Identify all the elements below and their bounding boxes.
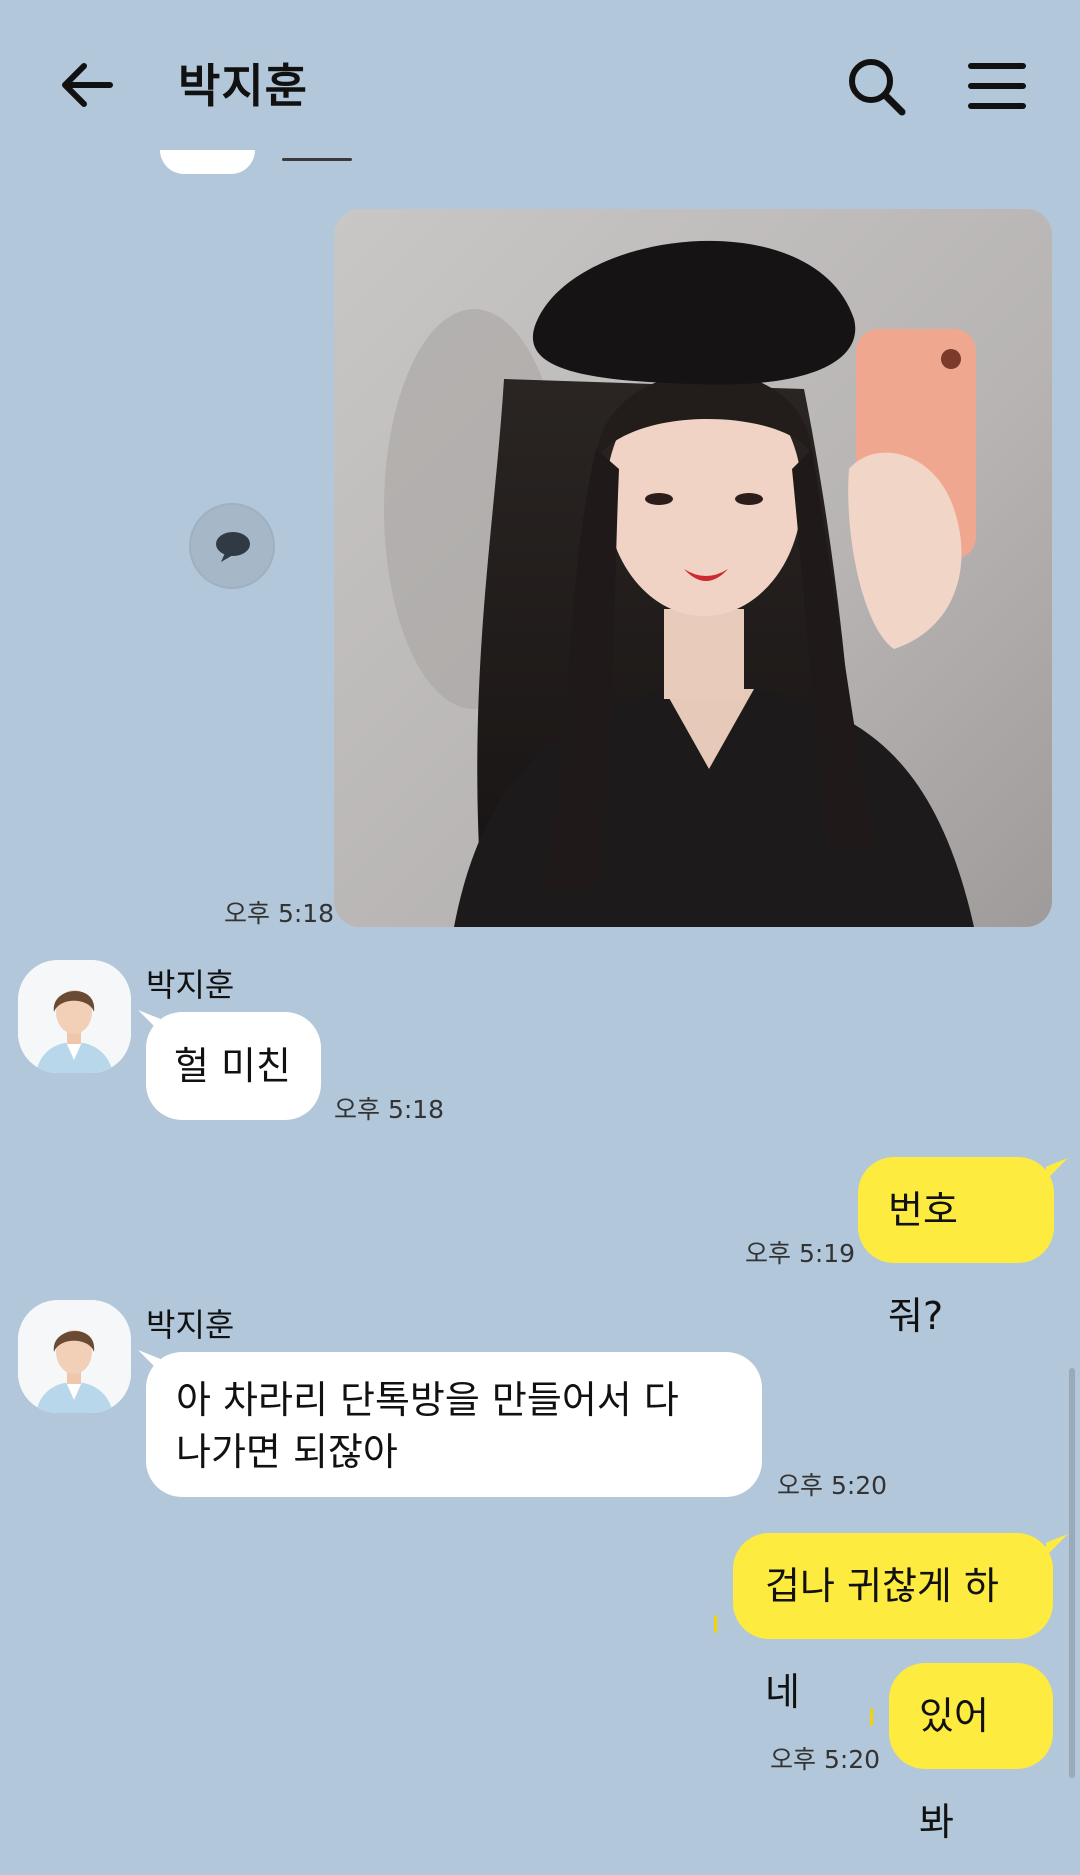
previous-message-time <box>282 150 382 166</box>
photo-image <box>334 209 1052 927</box>
share-button[interactable] <box>189 503 275 589</box>
photo-message[interactable] <box>334 209 1052 927</box>
avatar-image <box>18 1300 131 1413</box>
search-icon <box>849 59 906 116</box>
sender-name: 박지훈 <box>146 966 235 1004</box>
bubble-tail <box>1046 1534 1068 1556</box>
message-bubble[interactable]: 번호 줘? <box>858 1157 1054 1338</box>
message-line: 나가면 되잖아 <box>176 1430 398 1474</box>
avatar[interactable] <box>18 1300 131 1413</box>
scrollbar[interactable] <box>1069 1368 1075 1778</box>
previous-message-bubble <box>160 150 255 174</box>
menu-button[interactable] <box>962 52 1032 122</box>
message-bubble[interactable]: 겁나 귀찮게 하네 <box>733 1533 1053 1714</box>
menu-icon <box>968 63 1026 109</box>
unread-marker <box>714 1615 717 1633</box>
bubble-tail <box>1046 1158 1068 1180</box>
chat-title: 박지훈 <box>178 59 308 113</box>
unread-marker <box>870 1708 873 1726</box>
chat-header: 박지훈 <box>0 0 1080 170</box>
message-bubble[interactable]: 있어봐 <box>889 1663 1053 1844</box>
chat-bubble-icon <box>216 532 250 562</box>
back-button[interactable] <box>52 52 122 122</box>
message-time: 오후 5:19 <box>745 1239 856 1268</box>
message-line: 아 차라리 단톡방을 만들어서 다 <box>176 1378 679 1422</box>
message-time: 오후 5:18 <box>224 899 335 928</box>
sender-name: 박지훈 <box>146 1306 235 1344</box>
message-bubble[interactable]: 헐 미친 <box>146 1012 321 1120</box>
avatar-image <box>18 960 131 1073</box>
avatar[interactable] <box>18 960 131 1073</box>
arrow-left-icon <box>62 63 113 107</box>
message-time: 오후 5:20 <box>770 1745 881 1774</box>
message-bubble[interactable]: 아 차라리 단톡방을 만들어서 다 나가면 되잖아 <box>146 1352 762 1497</box>
search-button[interactable] <box>842 52 912 122</box>
message-time: 오후 5:18 <box>334 1095 445 1124</box>
message-time: 오후 5:20 <box>777 1471 888 1500</box>
